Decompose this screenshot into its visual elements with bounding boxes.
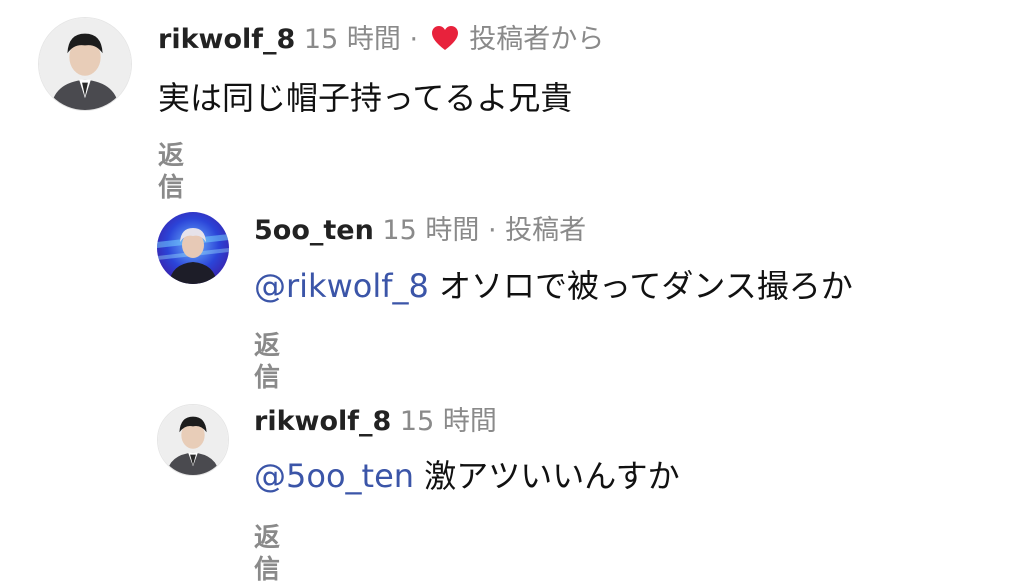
comment-body: 激アツいいんすか <box>424 457 680 495</box>
comment-header: rikwolf_8 15 時間 <box>254 406 497 438</box>
timestamp: 15 時間 <box>382 215 480 246</box>
mention-link[interactable]: @rikwolf_8 <box>254 267 429 305</box>
user-avatar-icon <box>157 212 229 284</box>
avatar[interactable] <box>38 17 132 111</box>
separator: · <box>409 24 419 55</box>
comment-text: @rikwolf_8 オソロで被ってダンス撮ろか <box>254 266 853 306</box>
timestamp: 15 時間 <box>303 24 401 55</box>
comment-body: オソロで被ってダンス撮ろか <box>439 267 853 305</box>
user-avatar-icon <box>158 405 228 475</box>
avatar[interactable] <box>157 212 229 284</box>
comment-text: @5oo_ten 激アツいいんすか <box>254 456 680 496</box>
separator: · <box>487 215 497 246</box>
comment-header: rikwolf_8 15 時間 · 投稿者から <box>158 24 604 59</box>
reply-button[interactable]: 返信 <box>254 330 280 394</box>
avatar[interactable] <box>157 404 229 476</box>
comment-header: 5oo_ten 15 時間 · 投稿者 <box>254 215 586 247</box>
author-tag: 投稿者 <box>505 215 587 246</box>
reply-button[interactable]: 返信 <box>158 140 184 204</box>
username[interactable]: rikwolf_8 <box>254 406 391 437</box>
mention-link[interactable]: @5oo_ten <box>254 457 414 495</box>
timestamp: 15 時間 <box>399 406 497 437</box>
username[interactable]: rikwolf_8 <box>158 24 295 55</box>
author-tag: 投稿者から <box>469 24 605 55</box>
comment-body: 実は同じ帽子持ってるよ兄貴 <box>158 79 573 117</box>
comment-text: 実は同じ帽子持ってるよ兄貴 <box>158 78 572 118</box>
username[interactable]: 5oo_ten <box>254 215 374 246</box>
heart-icon <box>431 25 459 59</box>
reply-button[interactable]: 返信 <box>254 522 280 586</box>
user-avatar-icon <box>39 18 131 110</box>
